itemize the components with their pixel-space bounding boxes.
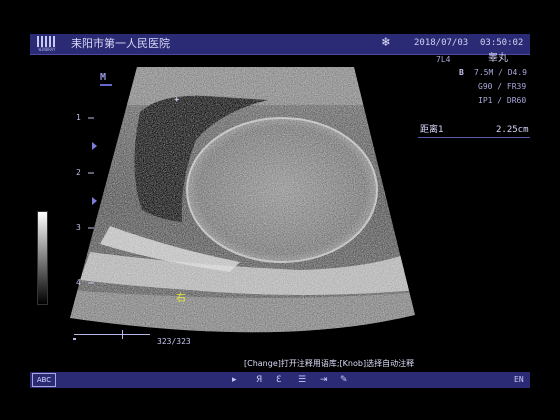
caliper-start-icon[interactable]: + xyxy=(174,96,179,105)
abc-annotation-button[interactable]: ABC xyxy=(32,373,56,387)
side-annotation: 右 xyxy=(176,293,186,304)
measurement-divider xyxy=(418,137,530,138)
ultrasound-screen: WINDRAY 耒阳市第一人民医院 ❄ 2018/07/03 03:50:02 … xyxy=(0,0,560,420)
logo-text: WINDRAY xyxy=(38,47,56,52)
orientation-underline xyxy=(100,84,112,86)
measurement-label: 距离1 xyxy=(420,125,444,135)
header-bar: WINDRAY 耒阳市第一人民医院 ❄ 2018/07/03 03:50:02 xyxy=(30,34,530,55)
rotate-r-icon[interactable]: Я xyxy=(256,373,262,387)
cine-track[interactable] xyxy=(74,334,150,335)
orientation-marker: M xyxy=(100,72,107,83)
organ-preset: 睾丸 xyxy=(488,53,508,64)
list-icon[interactable]: ☰ xyxy=(298,373,306,387)
depth-mark-1: 1 xyxy=(76,113,81,122)
pen-icon[interactable]: ✎ xyxy=(340,373,348,387)
cine-frame-count: 323/323 xyxy=(157,337,191,346)
annotation-hint: [Change]打开注释用语库;[Knob]选择自动注释 xyxy=(244,359,415,368)
gain-framerate: G90 / FR39 xyxy=(478,82,527,91)
cine-cursor[interactable] xyxy=(122,330,123,339)
exam-time: 03:50:02 xyxy=(480,38,524,48)
hospital-name: 耒阳市第一人民医院 xyxy=(71,37,170,50)
logo-mark xyxy=(37,36,57,47)
cine-start-marker xyxy=(73,338,76,340)
freeze-icon: ❄ xyxy=(382,35,390,50)
arrow-right-icon[interactable]: ⇥ xyxy=(320,373,328,387)
exam-date: 2018/07/03 xyxy=(414,38,469,48)
focus-marker-icon[interactable] xyxy=(92,142,97,150)
input-language[interactable]: EN xyxy=(514,374,524,386)
depth-mark-4: 4 xyxy=(76,278,81,287)
frequency-depth: 7.5M / D4.9 xyxy=(474,68,527,77)
measurement-value: 2.25cm xyxy=(496,125,529,135)
ultrasound-image xyxy=(70,67,415,333)
power-dynamic-range: IP1 / DR60 xyxy=(478,96,527,105)
logo: WINDRAY xyxy=(34,36,60,52)
pointer-icon[interactable]: ▸ xyxy=(232,373,237,387)
imaging-mode: B xyxy=(459,68,464,77)
rotate-l-icon[interactable]: Ɛ xyxy=(276,373,282,387)
depth-mark-2: 2 xyxy=(76,168,81,177)
grayscale-bar xyxy=(37,211,48,305)
depth-mark-3: 3 xyxy=(76,223,81,232)
focus-marker-icon[interactable] xyxy=(92,197,97,205)
probe-label: 7L4 xyxy=(436,55,451,64)
status-bar: ABC ▸ Я Ɛ ☰ ⇥ ✎ EN xyxy=(30,372,530,388)
